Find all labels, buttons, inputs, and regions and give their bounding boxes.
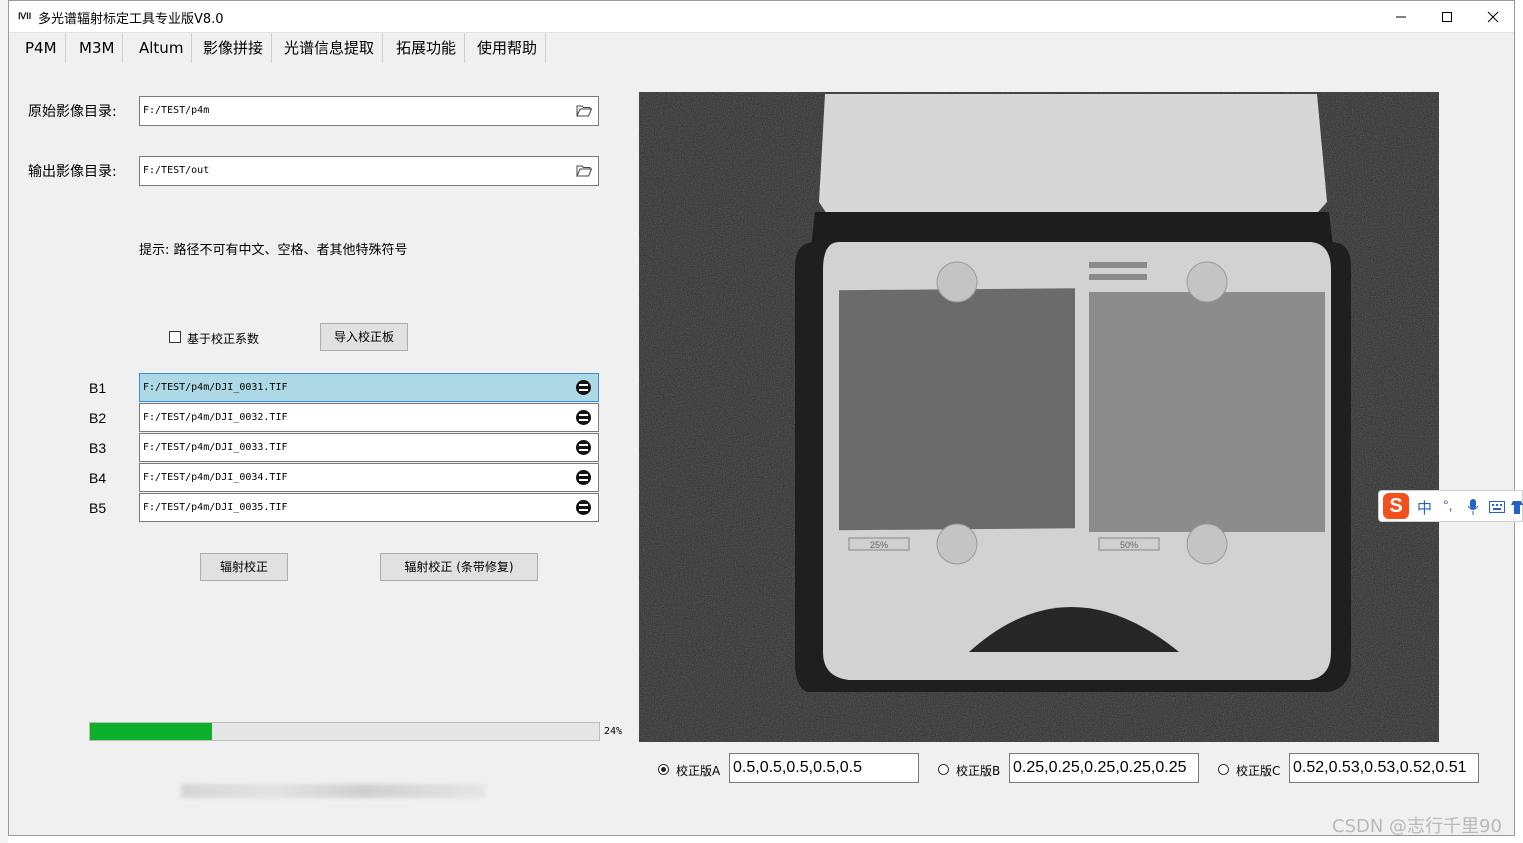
panel-left-label: 25% [870,540,888,550]
output-dir-field[interactable]: F:/TEST/out [139,156,599,186]
swap-icon[interactable] [576,470,591,485]
plate-b-values[interactable]: 0.25,0.25,0.25,0.25,0.25 [1009,753,1199,783]
swap-icon[interactable] [576,380,591,395]
band-b5-path: F:/TEST/p4m/DJI_0035.TIF [143,502,288,513]
keyboard-icon[interactable] [1489,501,1505,513]
source-dir-value: F:/TEST/p4m [143,105,210,116]
plate-c-values[interactable]: 0.52,0.53,0.53,0.52,0.51 [1289,753,1479,783]
band-b3-field[interactable]: F:/TEST/p4m/DJI_0033.TIF [139,433,599,462]
image-preview: 25% 50% [639,92,1439,742]
minimize-button[interactable] [1378,1,1424,32]
watermark: CSDN @志行千里90 [1332,816,1502,837]
output-dir-value: F:/TEST/out [143,165,210,176]
app-icon: ⅣII [18,11,32,21]
band-b2-path: F:/TEST/p4m/DJI_0032.TIF [143,412,288,423]
band-b1-path: F:/TEST/p4m/DJI_0031.TIF [143,382,288,393]
radiometric-stripe-repair-button[interactable]: 辐射校正 (条带修复) [380,553,538,581]
plate-a-values[interactable]: 0.5,0.5,0.5,0.5,0.5 [729,753,919,783]
background-window-strip [0,0,8,843]
ime-toolbar[interactable]: S 中 °, [1378,490,1523,522]
panel-right-label: 50% [1120,540,1138,550]
menu-extensions[interactable]: 拓展功能 [388,33,466,63]
plate-c-label: 校正版C [1236,764,1281,778]
progress-fill [90,723,213,740]
menu-p4m[interactable]: P4M [17,33,66,63]
plate-b-radio[interactable] [938,764,949,775]
swap-icon[interactable] [576,440,591,455]
swap-icon[interactable] [576,500,591,515]
progress-text: 24% [604,726,623,737]
swap-icon[interactable] [576,410,591,425]
menu-m3m[interactable]: M3M [71,33,124,63]
plate-a-label: 校正版A [676,764,721,778]
folder-open-icon[interactable] [576,104,592,117]
blurred-status [181,784,486,798]
band-b3-path: F:/TEST/p4m/DJI_0033.TIF [143,442,288,453]
window-title: 多光谱辐射标定工具专业版V8.0 [38,12,224,27]
plate-a-radio[interactable] [658,764,669,775]
output-dir-label: 输出影像目录: [28,164,117,180]
band-b5-field[interactable]: F:/TEST/p4m/DJI_0035.TIF [139,493,599,522]
band-label-b4: B4 [89,470,107,486]
source-dir-field[interactable]: F:/TEST/p4m [139,96,599,126]
close-button[interactable] [1470,1,1516,32]
skin-icon[interactable] [1511,499,1523,515]
progress-bar [89,722,600,741]
source-dir-label: 原始影像目录: [28,104,117,120]
band-b4-field[interactable]: F:/TEST/p4m/DJI_0034.TIF [139,463,599,492]
menu-help[interactable]: 使用帮助 [469,33,547,63]
folder-open-icon[interactable] [576,164,592,177]
band-b4-path: F:/TEST/p4m/DJI_0034.TIF [143,472,288,483]
import-panel-button[interactable]: 导入校正板 [320,323,408,351]
plate-c-radio[interactable] [1218,764,1229,775]
band-label-b5: B5 [89,500,107,516]
ime-chinese-mode[interactable]: 中 [1417,497,1432,518]
band-label-b3: B3 [89,440,107,456]
title-bar: ⅣII 多光谱辐射标定工具专业版V8.0 [9,1,1514,32]
menu-bar: P4M M3M Altum 影像拼接 光谱信息提取 拓展功能 使用帮助 [9,32,1514,63]
microphone-icon[interactable] [1467,499,1479,515]
maximize-button[interactable] [1424,1,1470,32]
band-label-b1: B1 [89,380,107,396]
minimize-icon [1396,16,1406,17]
plate-b-label: 校正版B [956,764,1001,778]
close-icon [1487,11,1499,22]
band-b1-field[interactable]: F:/TEST/p4m/DJI_0031.TIF [139,373,599,402]
band-b2-field[interactable]: F:/TEST/p4m/DJI_0032.TIF [139,403,599,432]
ime-logo[interactable]: S [1383,493,1409,519]
ime-punctuation[interactable]: °, [1443,497,1453,513]
app-window: ⅣII 多光谱辐射标定工具专业版V8.0 P4M M3M Altum 影像拼接 … [8,0,1515,836]
band-label-b2: B2 [89,410,107,426]
maximize-icon [1442,11,1452,22]
path-hint: 提示: 路径不可有中文、空格、者其他特殊符号 [139,243,408,258]
menu-spectral-extract[interactable]: 光谱信息提取 [276,33,384,63]
calib-coeff-label: 基于校正系数 [187,332,260,346]
radiometric-calibration-button[interactable]: 辐射校正 [200,553,288,581]
menu-altum[interactable]: Altum [131,33,193,63]
calib-coeff-checkbox[interactable] [169,331,181,343]
menu-mosaic[interactable]: 影像拼接 [195,33,273,63]
